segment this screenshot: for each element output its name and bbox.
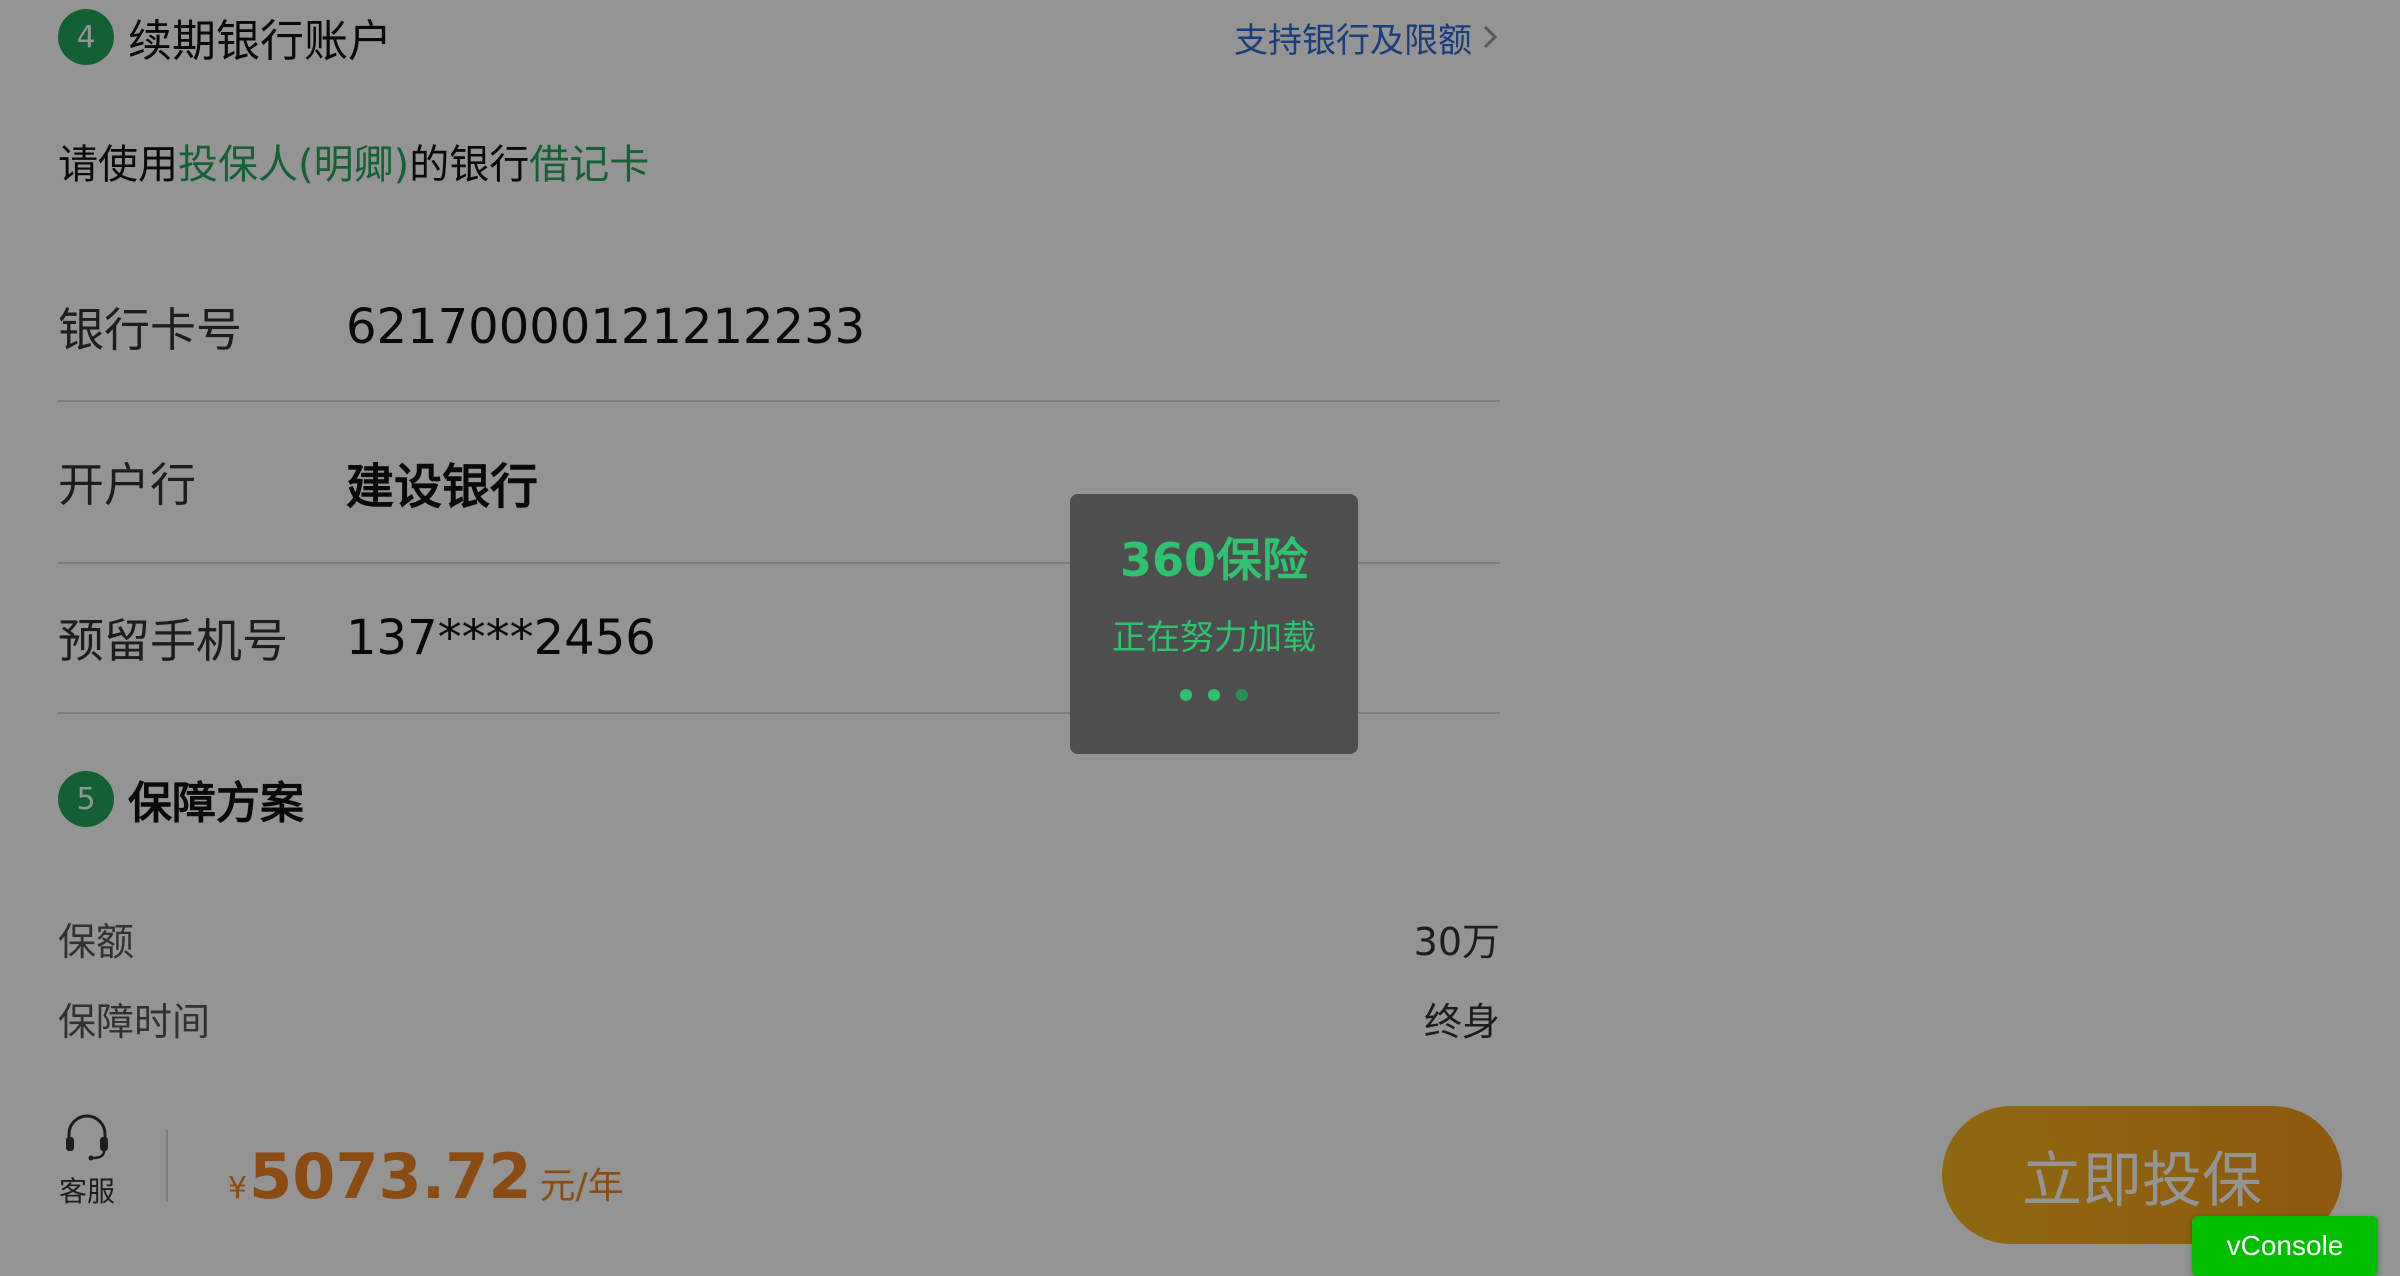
page: 4 续期银行账户 支持银行及限额 请使用投保人(明卿)的银行借记卡 银行卡号 6… — [0, 0, 2400, 1276]
loading-dot — [1180, 689, 1192, 701]
vconsole-button[interactable]: vConsole — [2192, 1216, 2378, 1276]
loading-dot — [1208, 689, 1220, 701]
loading-dots — [1180, 689, 1248, 701]
loading-logo: 360保险 — [1119, 533, 1309, 587]
loading-toast: 360保险 正在努力加载 — [1070, 494, 1358, 754]
loading-text: 正在努力加载 — [1112, 618, 1316, 658]
loading-dot — [1236, 689, 1248, 701]
